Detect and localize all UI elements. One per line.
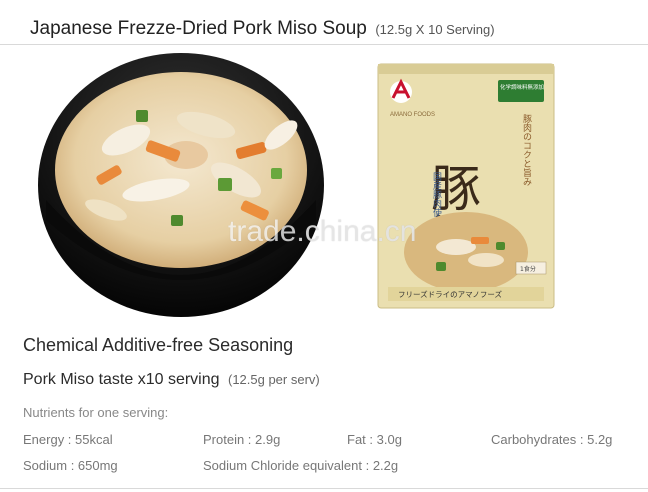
header-divider <box>0 44 648 45</box>
serving-heading-note: (12.5g per serv) <box>227 372 320 387</box>
product-subtitle: (12.5g X 10 Serving) <box>375 22 495 37</box>
nutrient-salt: Sodium Chloride equivalent : 2.2g <box>203 458 399 473</box>
serving-heading-main: Pork Miso taste x10 serving <box>23 371 220 388</box>
nutrient-fat: Fat : 3.0g <box>347 432 402 447</box>
nutrient-energy: Energy : 55kcal <box>23 432 113 447</box>
watermark: trade.china.cn <box>228 215 416 249</box>
page-header: Japanese Frezze-Dried Pork Miso Soup (12… <box>30 18 495 40</box>
package-footer-text: フリーズドライのアマノフーズ <box>398 289 503 299</box>
product-package-image: AMANO FOODS 化学調味料無添加 豚汁 豚肉のコクと旨み 国産豚肉使 1… <box>377 63 555 309</box>
nutrients-title: Nutrients for one serving: <box>23 405 169 420</box>
package-serving-tag: 1食分 <box>520 265 536 273</box>
watermark-part1: trade <box>228 215 297 248</box>
serving-heading: Pork Miso taste x10 serving (12.5g per s… <box>23 371 320 389</box>
product-title: Japanese Frezze-Dried Pork Miso Soup <box>30 18 367 39</box>
footer-divider <box>0 488 648 489</box>
nutrient-sodium: Sodium : 650mg <box>23 458 118 473</box>
brand-name: AMANO FOODS <box>390 112 435 118</box>
watermark-part2: .china.cn <box>296 215 417 248</box>
seasoning-heading: Chemical Additive-free Seasoning <box>23 335 294 355</box>
package-tagline: 豚肉のコクと旨み <box>521 114 532 186</box>
nutrient-protein: Protein : 2.9g <box>203 432 281 447</box>
nutrient-carbohydrates: Carbohydrates : 5.2g <box>491 432 613 447</box>
brand-logo-icon <box>390 78 412 103</box>
soup-bowl-image <box>38 53 324 317</box>
additive-free-badge: 化学調味料無添加 <box>500 83 544 91</box>
package-origin-text: 国産豚肉使 <box>431 172 442 218</box>
